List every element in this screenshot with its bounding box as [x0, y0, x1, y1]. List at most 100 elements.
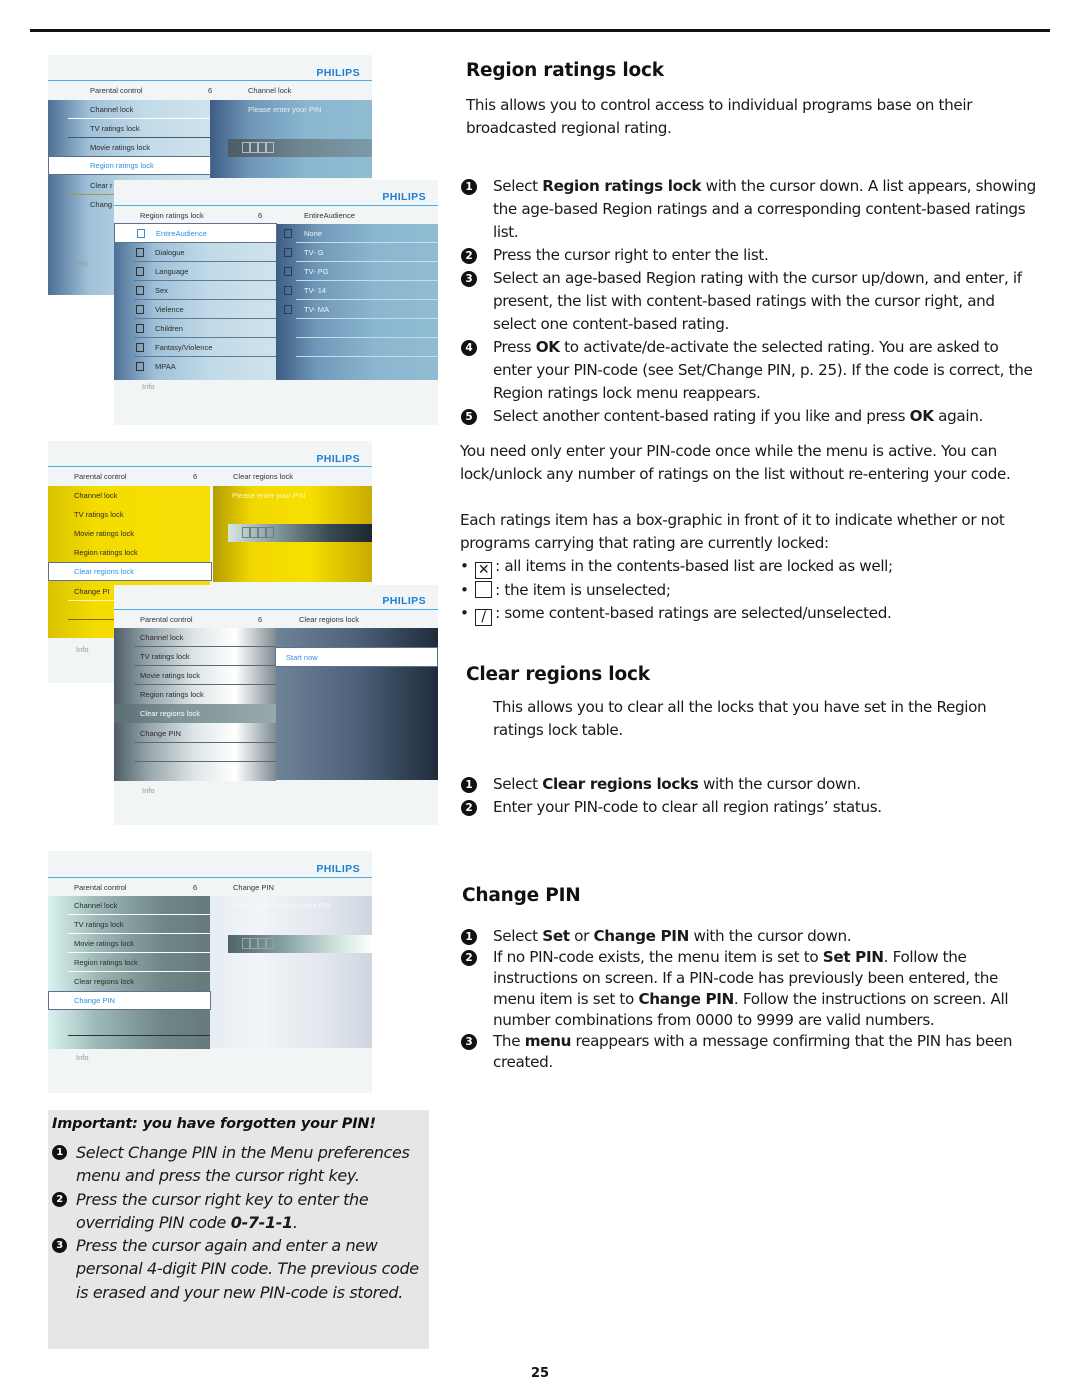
checkbox-legend: • ✕: all items in the contents-based lis…	[460, 555, 1040, 626]
start-now-option[interactable]: Start now	[275, 647, 438, 667]
menu-header: Parental control 6 Clear regions lock	[114, 611, 438, 629]
forgotten-pin-note: Important: you have forgotten your PIN! …	[48, 1110, 429, 1349]
checkbox-icon[interactable]	[136, 285, 144, 295]
philips-logo: PHILIPS	[316, 67, 360, 79]
menu-item[interactable]: Channel lock	[48, 486, 210, 505]
info-label: Info	[142, 786, 155, 795]
header-number: 6	[258, 211, 263, 220]
step: 3 Select an age-based Region rating with …	[461, 267, 1041, 336]
checkbox-partial-icon: /	[475, 609, 493, 626]
menu-item[interactable]: Movie ratings lock	[48, 934, 210, 953]
empty-row	[276, 319, 438, 338]
checkbox-empty-icon	[475, 581, 493, 598]
rating-item-selected[interactable]: EntireAudience	[114, 223, 277, 243]
menu-item-selected[interactable]: Region ratings lock	[48, 156, 211, 175]
rating-item[interactable]: Sex	[114, 281, 276, 300]
header-rule	[48, 877, 372, 878]
menu-item[interactable]: TV ratings lock	[48, 119, 210, 138]
step-number-icon: 2	[461, 800, 477, 816]
checkbox-icon[interactable]	[284, 285, 292, 295]
tv-menu-region-list: PHILIPS Region ratings lock 6 EntireAudi…	[114, 180, 438, 425]
header-right: Channel lock	[248, 86, 292, 95]
content-rating-item[interactable]: TV- PG	[276, 262, 438, 281]
content-rating-item[interactable]: TV- 14	[276, 281, 438, 300]
menu-item-selected[interactable]: Change PIN	[48, 991, 211, 1010]
header-number: 6	[208, 86, 213, 95]
step-number-icon: 1	[461, 179, 477, 195]
rating-item[interactable]: MPAA	[114, 357, 276, 376]
header-rule	[114, 609, 438, 610]
rating-item[interactable]: Vielence	[114, 300, 276, 319]
note-step: 1 Select Change PIN in the Menu preferenc…	[52, 1141, 425, 1188]
rating-item[interactable]: Children	[114, 319, 276, 338]
rating-item[interactable]: Language	[114, 262, 276, 281]
checkbox-icon[interactable]	[137, 228, 145, 238]
menu-header: Parental control 6 Change PIN	[48, 879, 372, 897]
checkbox-icon[interactable]	[136, 323, 144, 333]
menu-item[interactable]: Region ratings lock	[48, 543, 210, 562]
info-label: Info	[76, 645, 89, 654]
menu-item-highlighted[interactable]: Clear regions lock	[114, 704, 276, 723]
note-steps: 1 Select Change PIN in the Menu preferenc…	[52, 1141, 425, 1304]
note-step: 2 Press the cursor right key to enter the…	[52, 1188, 425, 1235]
menu-item[interactable]: Movie ratings lock	[114, 666, 276, 685]
header-left: Parental control	[140, 615, 193, 624]
pin-prompt: Please enter your PIN	[248, 105, 322, 114]
menu-item-selected[interactable]: Clear regions lock	[48, 562, 212, 581]
step-number-icon: 2	[461, 248, 477, 264]
content-rating-item[interactable]: None	[276, 224, 438, 243]
checkbox-icon[interactable]	[136, 342, 144, 352]
content-rating-item[interactable]: TV- MA	[276, 300, 438, 319]
menu-item[interactable]: Movie ratings lock	[48, 138, 210, 157]
checkbox-icon[interactable]	[136, 304, 144, 314]
menu-item[interactable]: Channel lock	[48, 896, 210, 915]
checkbox-icon[interactable]	[284, 266, 292, 276]
clear-regions-intro: This allows you to clear all the locks t…	[493, 698, 987, 739]
content-rating-item[interactable]: TV- G	[276, 243, 438, 262]
philips-logo: PHILIPS	[382, 191, 426, 203]
checkbox-icon[interactable]	[136, 361, 144, 371]
menu-item[interactable]: Region ratings lock	[114, 685, 276, 704]
step-number-icon: 4	[461, 340, 477, 356]
menu-item[interactable]: TV ratings lock	[114, 647, 276, 666]
menu-item[interactable]: TV ratings lock	[48, 505, 210, 524]
info-label: Info	[142, 382, 155, 391]
step-number-icon: 3	[461, 1034, 477, 1050]
pin-input[interactable]	[228, 139, 372, 157]
menu-item[interactable]: Channel lock	[114, 628, 276, 647]
menu-item[interactable]: Change PIN	[114, 724, 276, 743]
menu-item[interactable]: Channel lock	[48, 100, 210, 119]
checkbox-icon[interactable]	[284, 228, 292, 238]
note-step: 3 Press the cursor again and enter a new …	[52, 1234, 425, 1304]
checkbox-icon[interactable]	[284, 304, 292, 314]
menu-right-column	[210, 896, 372, 1048]
header-number: 6	[193, 472, 198, 481]
legend-item: • : the item is unselected;	[460, 581, 671, 599]
rating-item[interactable]: Dialogue	[114, 243, 276, 262]
step-number-icon: 2	[461, 950, 477, 966]
menu-item[interactable]: Clear regions lock	[48, 972, 210, 991]
note-title: Important: you have forgotten your PIN!	[52, 1116, 376, 1132]
section-title-region-ratings: Region ratings lock	[466, 60, 664, 81]
header-left: Parental control	[90, 86, 143, 95]
pin-input[interactable]	[228, 935, 372, 953]
top-rule	[30, 29, 1050, 32]
pin-input[interactable]	[228, 524, 372, 542]
menu-item[interactable]: Movie ratings lock	[48, 524, 210, 543]
step: 4 Press OK to activate/de-activate the se…	[461, 336, 1041, 405]
step-number-icon: 2	[52, 1191, 67, 1207]
tv-menu-change-pin: PHILIPS Parental control 6 Change PIN Ch…	[48, 851, 372, 1093]
legend-item: • ✕: all items in the contents-based lis…	[460, 557, 893, 579]
menu-item[interactable]: TV ratings lock	[48, 915, 210, 934]
checkbox-icon[interactable]	[284, 247, 292, 257]
tv-menu-clear-start: PHILIPS Parental control 6 Clear regions…	[114, 585, 438, 825]
menu-item[interactable]: Region ratings lock	[48, 953, 210, 972]
rating-item[interactable]: Fantasy/Violence	[114, 338, 276, 357]
step: 1 Select Region ratings lock with the cur…	[461, 175, 1041, 244]
checkbox-locked-icon: ✕	[475, 562, 493, 579]
step: 1 Select Clear regions locks with the cur…	[461, 773, 1041, 796]
checkbox-icon[interactable]	[136, 266, 144, 276]
header-left: Region ratings lock	[140, 211, 204, 220]
checkbox-icon[interactable]	[136, 247, 144, 257]
step-number-icon: 3	[461, 271, 477, 287]
